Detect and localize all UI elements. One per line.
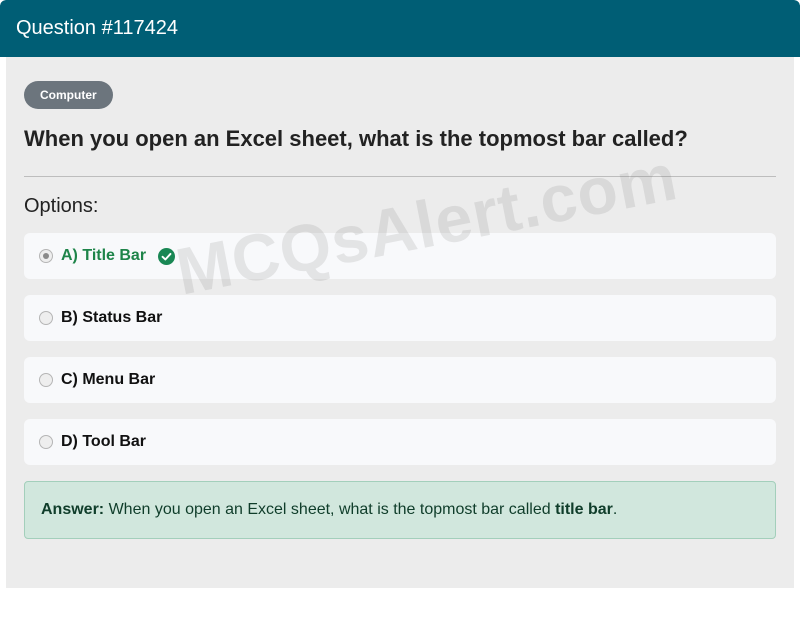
option-d[interactable]: D) Tool Bar <box>24 419 776 465</box>
option-a[interactable]: A) Title Bar <box>24 233 776 279</box>
question-text: When you open an Excel sheet, what is th… <box>24 126 688 151</box>
option-c-label: C) Menu Bar <box>61 371 156 388</box>
category-badge[interactable]: Computer <box>24 81 113 109</box>
answer-text: When you open an Excel sheet, what is th… <box>108 501 551 518</box>
option-b[interactable]: B) Status Bar <box>24 295 776 341</box>
radio-option-c[interactable] <box>39 373 53 387</box>
answer-box: Answer: When you open an Excel sheet, wh… <box>24 481 776 539</box>
question-card: Question #117424 Computer When you open … <box>0 0 800 590</box>
option-d-label: D) Tool Bar <box>61 433 147 450</box>
radio-option-b[interactable] <box>39 311 53 325</box>
card-body: Computer When you open an Excel sheet, w… <box>6 57 794 588</box>
radio-option-d[interactable] <box>39 435 53 449</box>
divider <box>24 176 776 177</box>
question-number-title: Question #117424 <box>16 17 178 39</box>
options-heading: Options: <box>24 195 99 217</box>
option-a-label: A) Title Bar <box>61 247 147 264</box>
answer-suffix: . <box>612 501 618 518</box>
radio-option-a[interactable] <box>39 249 53 263</box>
card-header: Question #117424 <box>0 0 800 57</box>
option-c[interactable]: C) Menu Bar <box>24 357 776 403</box>
answer-prefix: Answer: <box>41 501 105 518</box>
options-list: A) Title Bar B) Status Bar C) Menu Bar D… <box>24 233 776 465</box>
option-b-label: B) Status Bar <box>61 309 163 326</box>
check-circle-icon <box>158 247 176 265</box>
answer-highlight: title bar <box>555 501 613 518</box>
